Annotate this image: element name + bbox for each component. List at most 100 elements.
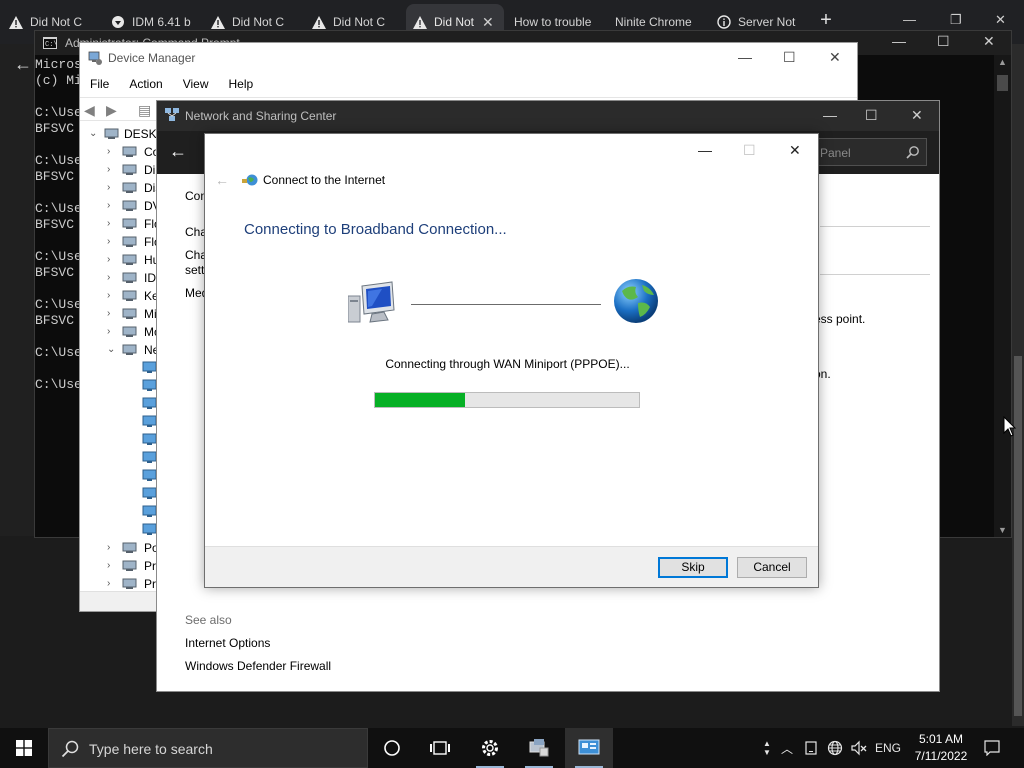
new-tab-button[interactable]: + bbox=[816, 10, 836, 30]
cmd-scrollbar[interactable]: ▲ ▼ bbox=[994, 55, 1011, 537]
network-adapter-item[interactable] bbox=[80, 413, 157, 431]
cmd-output[interactable]: Micros (c) Mi C:\Use BFSVC C:\Use BFSVC C:\Use… bbox=[35, 57, 82, 393]
chevron-right-icon[interactable]: › bbox=[107, 560, 115, 571]
cortana-button[interactable] bbox=[368, 728, 416, 768]
chevron-right-icon[interactable]: › bbox=[107, 308, 115, 319]
action-center-button[interactable] bbox=[978, 728, 1006, 768]
chevron-down-icon[interactable]: ⌄ bbox=[89, 128, 97, 139]
chevron-right-icon[interactable]: › bbox=[107, 236, 115, 247]
close-icon[interactable]: ✕ bbox=[911, 107, 923, 124]
back-arrow-icon[interactable]: ← bbox=[169, 141, 187, 162]
back-arrow-icon[interactable]: ◀ bbox=[84, 102, 95, 119]
tree-category[interactable]: ›Flo bbox=[80, 233, 157, 251]
minimize-icon[interactable]: — bbox=[892, 33, 906, 49]
tree-category[interactable]: ⌄ Ne bbox=[80, 341, 157, 359]
close-icon[interactable]: ✕ bbox=[789, 142, 801, 159]
chevron-right-icon[interactable]: › bbox=[107, 218, 115, 229]
maximize-icon[interactable]: ☐ bbox=[937, 33, 950, 50]
scrollbar-thumb[interactable] bbox=[997, 75, 1008, 91]
close-icon[interactable]: ✕ bbox=[983, 33, 995, 50]
tab-title: Server Not bbox=[738, 15, 796, 29]
network-adapter-item[interactable] bbox=[80, 485, 157, 503]
network-adapter-item[interactable] bbox=[80, 503, 157, 521]
tree-category[interactable]: › Co bbox=[80, 143, 157, 161]
chevron-right-icon[interactable]: › bbox=[107, 272, 115, 283]
chevron-right-icon[interactable]: › bbox=[107, 326, 115, 337]
show-hidden-icons-button[interactable]: ︿ bbox=[778, 728, 796, 768]
chevron-right-icon[interactable]: › bbox=[107, 146, 115, 157]
skip-button[interactable]: Skip bbox=[658, 557, 728, 578]
taskbar-search-input[interactable]: Type here to search bbox=[48, 728, 368, 768]
chevron-right-icon[interactable]: › bbox=[107, 578, 115, 589]
network-adapter-item[interactable] bbox=[80, 377, 157, 395]
forward-arrow-icon[interactable]: ▶ bbox=[106, 102, 117, 119]
start-button[interactable] bbox=[0, 728, 48, 768]
device-manager-taskbar-button[interactable] bbox=[515, 728, 563, 768]
close-tab-icon[interactable]: ✕ bbox=[482, 14, 494, 31]
tree-category[interactable]: › Po bbox=[80, 539, 157, 557]
network-adapter-item[interactable] bbox=[80, 395, 157, 413]
tree-category[interactable]: › Ke bbox=[80, 287, 157, 305]
network-adapter-item[interactable] bbox=[80, 449, 157, 467]
control-panel-taskbar-button[interactable] bbox=[565, 728, 613, 768]
tree-root[interactable]: ⌄ DESKT bbox=[80, 125, 157, 143]
minimize-icon[interactable]: — bbox=[738, 49, 752, 65]
network-tray-button[interactable] bbox=[824, 728, 846, 768]
back-arrow-icon[interactable]: ← bbox=[215, 172, 229, 188]
network-adapter-item[interactable] bbox=[80, 359, 157, 377]
network-adapter-item[interactable] bbox=[80, 431, 157, 449]
menu-file[interactable]: File bbox=[80, 73, 119, 95]
minimize-icon[interactable]: — bbox=[903, 12, 916, 27]
minimize-icon[interactable]: — bbox=[823, 107, 837, 123]
chevron-right-icon[interactable]: › bbox=[107, 542, 115, 553]
network-adapter-item[interactable] bbox=[80, 467, 157, 485]
chevron-right-icon[interactable]: › bbox=[107, 290, 115, 301]
browser-scrollbar[interactable] bbox=[1012, 44, 1024, 726]
maximize-icon[interactable]: ☐ bbox=[783, 49, 796, 66]
properties-icon[interactable]: ▤ bbox=[138, 102, 151, 119]
minimize-icon[interactable]: — bbox=[698, 142, 712, 158]
control-panel-search-input[interactable]: Panel bbox=[815, 138, 927, 166]
language-indicator[interactable]: ENG bbox=[872, 728, 904, 768]
tree-category[interactable]: › Di bbox=[80, 161, 157, 179]
tree-category[interactable]: ›Mo bbox=[80, 323, 157, 341]
tray-device-icon[interactable] bbox=[802, 728, 820, 768]
maximize-icon[interactable]: ☐ bbox=[865, 107, 878, 124]
tree-category[interactable]: ›IDI bbox=[80, 269, 157, 287]
internet-options-link[interactable]: Internet Options bbox=[185, 636, 270, 650]
tree-category[interactable]: › Mi bbox=[80, 305, 157, 323]
svg-text:C:\: C:\ bbox=[45, 41, 57, 49]
menu-view[interactable]: View bbox=[173, 73, 219, 95]
volume-tray-button[interactable] bbox=[848, 728, 870, 768]
scroll-down-icon[interactable]: ▼ bbox=[998, 525, 1007, 535]
tree-category[interactable]: ›Dis bbox=[80, 179, 157, 197]
tree-category[interactable]: ›Pri bbox=[80, 557, 157, 575]
settings-taskbar-button[interactable] bbox=[466, 728, 514, 768]
chevron-right-icon[interactable]: › bbox=[107, 200, 115, 211]
nsc-task-link[interactable]: sett bbox=[185, 263, 204, 277]
chevron-up-icon[interactable]: ▲ bbox=[763, 739, 771, 748]
menu-action[interactable]: Action bbox=[119, 73, 172, 95]
chevron-down-icon[interactable]: ▼ bbox=[763, 748, 771, 757]
nsc-description-text: ess point. bbox=[814, 312, 866, 326]
close-icon[interactable]: ✕ bbox=[995, 12, 1006, 28]
cancel-button[interactable]: Cancel bbox=[737, 557, 807, 578]
close-icon[interactable]: ✕ bbox=[829, 49, 841, 66]
chevron-right-icon[interactable]: › bbox=[107, 182, 115, 193]
tree-category[interactable]: › Hu bbox=[80, 251, 157, 269]
chevron-right-icon[interactable]: › bbox=[107, 254, 115, 265]
windows-defender-firewall-link[interactable]: Windows Defender Firewall bbox=[185, 659, 331, 673]
menu-help[interactable]: Help bbox=[219, 73, 264, 95]
network-adapter-item[interactable] bbox=[80, 521, 157, 539]
back-arrow-icon[interactable]: ← bbox=[14, 54, 32, 75]
scrollbar-thumb[interactable] bbox=[1014, 356, 1022, 716]
chevron-down-icon[interactable]: ⌄ bbox=[107, 344, 115, 355]
tree-category[interactable]: › DV bbox=[80, 197, 157, 215]
scroll-up-icon[interactable]: ▲ bbox=[998, 57, 1007, 67]
restore-icon[interactable]: ❐ bbox=[950, 12, 962, 28]
taskbar-clock[interactable]: 5:01 AM 7/11/2022 bbox=[906, 731, 976, 765]
tree-category[interactable]: ›Flo bbox=[80, 215, 157, 233]
task-view-button[interactable] bbox=[416, 728, 464, 768]
taskbar-scroll[interactable]: ▲ ▼ bbox=[760, 728, 774, 768]
chevron-right-icon[interactable]: › bbox=[107, 164, 115, 175]
